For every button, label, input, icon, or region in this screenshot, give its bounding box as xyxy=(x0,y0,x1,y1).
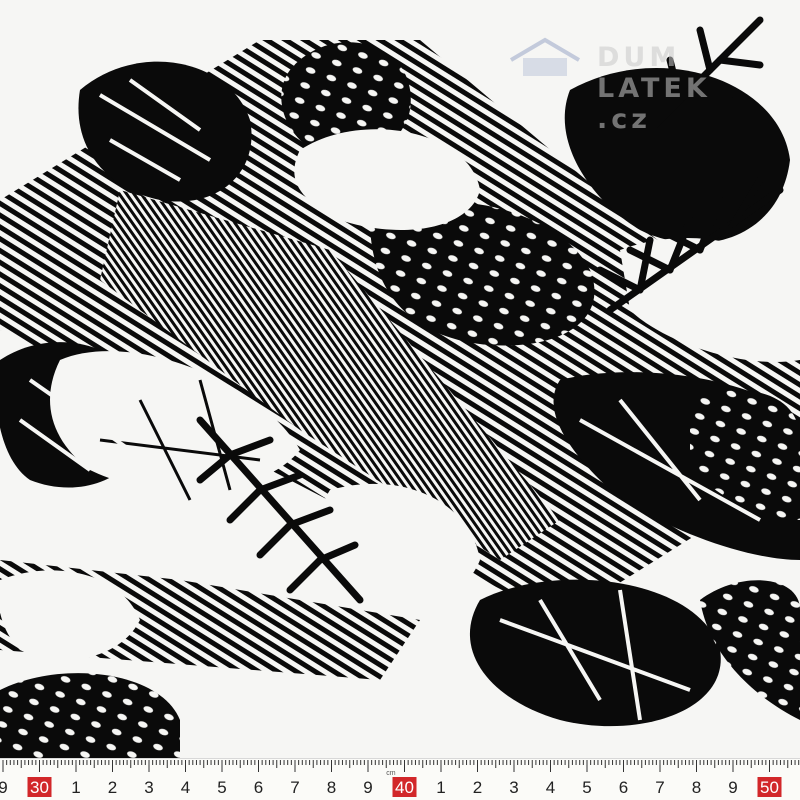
ruler-label: 5 xyxy=(217,778,226,797)
watermark-logo: DUM LATEK .cz xyxy=(505,34,770,135)
measuring-tape: 93012345678940123456789501cm xyxy=(0,758,800,800)
ruler-label: 4 xyxy=(546,778,555,797)
ruler-label: 50 xyxy=(760,778,779,797)
ruler-label: 40 xyxy=(395,778,414,797)
fabric-photo: DUM LATEK .cz 93012345678940123456789501… xyxy=(0,0,800,800)
ruler-label: 8 xyxy=(327,778,336,797)
house-roof-logo-icon xyxy=(509,37,581,76)
ruler-label: 2 xyxy=(473,778,482,797)
ruler-label: 1 xyxy=(436,778,445,797)
ruler-label: 3 xyxy=(144,778,153,797)
ruler-ticks: 93012345678940123456789501cm xyxy=(0,760,800,797)
ruler-label: 30 xyxy=(30,778,49,797)
ruler-label: 5 xyxy=(582,778,591,797)
ruler-label: 9 xyxy=(363,778,372,797)
ruler-label: 6 xyxy=(254,778,263,797)
ruler-unit-mark: cm xyxy=(386,770,396,777)
ruler-label: 8 xyxy=(692,778,701,797)
ruler-label: 9 xyxy=(728,778,737,797)
ruler-label: 1 xyxy=(71,778,80,797)
ruler-label: 6 xyxy=(619,778,628,797)
ruler-label: 7 xyxy=(290,778,299,797)
ruler-label: 2 xyxy=(108,778,117,797)
ruler-label: 9 xyxy=(0,778,8,797)
watermark-text: DUM LATEK .cz xyxy=(597,42,711,135)
ruler-label: 3 xyxy=(509,778,518,797)
ruler-label: 4 xyxy=(181,778,190,797)
ruler-label: 7 xyxy=(655,778,664,797)
